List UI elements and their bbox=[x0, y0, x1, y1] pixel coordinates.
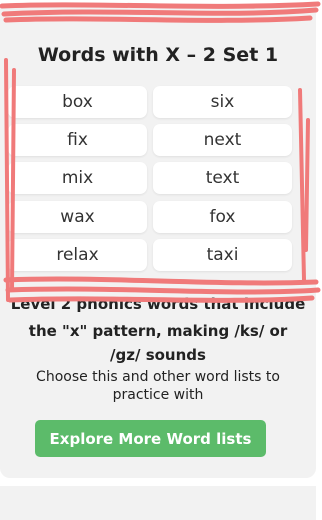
description-line-1: Level 2 phonics words that include bbox=[10, 295, 306, 313]
word-cell: box bbox=[8, 86, 147, 118]
word-cell: wax bbox=[8, 201, 147, 233]
word-cell: six bbox=[153, 86, 292, 118]
word-cell: fox bbox=[153, 201, 292, 233]
word-cell: next bbox=[153, 124, 292, 156]
word-cell: mix bbox=[8, 162, 147, 194]
practice-subtext: Choose this and other word lists to prac… bbox=[36, 369, 280, 403]
word-list-card: Words with X – 2 Set 1 box six fix next … bbox=[0, 6, 316, 478]
bottom-card-edge bbox=[0, 486, 316, 520]
explore-word-lists-button[interactable]: Explore More Word lists bbox=[35, 420, 266, 457]
word-cell: fix bbox=[8, 124, 147, 156]
description-line-3: /gz/ sounds bbox=[110, 346, 206, 364]
word-cell: relax bbox=[8, 239, 147, 271]
description-line-2: the "x" pattern, making /ks/ or bbox=[28, 322, 288, 340]
word-cell: taxi bbox=[153, 239, 292, 271]
word-cell: text bbox=[153, 162, 292, 194]
page-title: Words with X – 2 Set 1 bbox=[37, 44, 279, 66]
